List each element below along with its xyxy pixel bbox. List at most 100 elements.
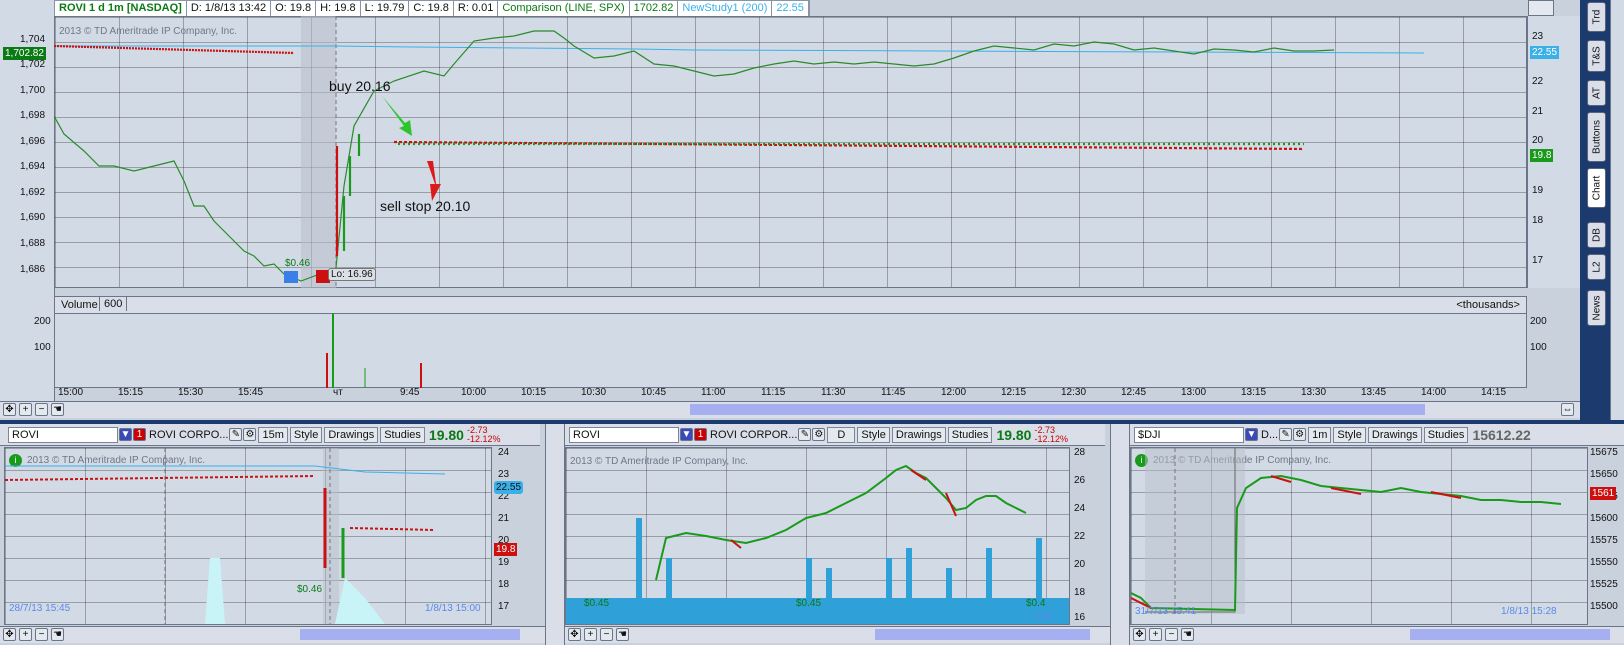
- pane2-zoom-in-icon[interactable]: +: [584, 628, 597, 641]
- pane1-style-button[interactable]: Style: [289, 426, 323, 443]
- pane3-period-button[interactable]: 1m: [1308, 426, 1332, 443]
- next-window-edge: [1610, 0, 1624, 420]
- pane1-chart[interactable]: 2013 © TD Ameritrade IP Company, Inc. i …: [4, 447, 492, 625]
- pane2-drawings-button[interactable]: Drawings: [891, 426, 946, 443]
- pane3-hand-icon[interactable]: ☚: [1181, 628, 1194, 641]
- pane1-hand-icon[interactable]: ☚: [51, 628, 64, 641]
- pane3-axis-tick: 15600: [1590, 513, 1618, 524]
- header-comparison[interactable]: Comparison (LINE, SPX): [498, 1, 630, 16]
- main-scrollbar[interactable]: ✥ + − ☚ ⇔: [0, 401, 1580, 418]
- tab-trd[interactable]: Trd: [1587, 2, 1606, 32]
- volume-panel[interactable]: Volume 600 <thousands>: [54, 296, 1527, 388]
- pane2-symbol-input[interactable]: ROVI: [569, 426, 679, 443]
- tab-time-and-sales[interactable]: T&S: [1587, 40, 1606, 72]
- pane2-axis-tick: 22: [1074, 531, 1086, 542]
- time-axis-tick: 11:15: [761, 387, 786, 398]
- pane2-date-right: 1/8/: [1036, 611, 1053, 622]
- tab-at[interactable]: AT: [1587, 80, 1606, 106]
- pane3-chart[interactable]: 2013 © TD Ameritrade IP Company, Inc. i …: [1130, 447, 1588, 625]
- pane1-studies-button[interactable]: Studies: [380, 426, 425, 443]
- pane2-scroll-thumb[interactable]: [875, 629, 1090, 640]
- pane3-studies-button[interactable]: Studies: [1423, 426, 1469, 443]
- chart-settings-icon[interactable]: [1528, 0, 1554, 16]
- pane3-symbol-dropdown-icon[interactable]: ▼: [1245, 428, 1258, 441]
- zoom-in-icon[interactable]: +: [19, 403, 32, 416]
- left-axis-tick: 1,696: [20, 136, 46, 147]
- pane2-link-icon[interactable]: 1: [694, 428, 707, 441]
- tab-chart[interactable]: Chart: [1587, 168, 1606, 208]
- time-axis-tick: 15:15: [118, 387, 144, 398]
- left-axis-tick: 1,686: [20, 264, 46, 275]
- time-axis-tick: 11:00: [701, 387, 726, 398]
- tab-db[interactable]: DB: [1587, 222, 1606, 248]
- pane3-scroll-thumb[interactable]: [1410, 629, 1610, 640]
- pane3-tools-icon[interactable]: ✎: [1279, 428, 1293, 441]
- tab-news[interactable]: News: [1587, 290, 1606, 326]
- pane2-tools-icon[interactable]: ✎: [798, 428, 812, 441]
- pane2-symbol-dropdown-icon[interactable]: ▼: [680, 428, 693, 441]
- pane2-studies-button[interactable]: Studies: [947, 426, 993, 443]
- pane3-pan-icon[interactable]: ✥: [1133, 628, 1146, 641]
- time-axis-tick: 12:45: [1121, 387, 1147, 398]
- pane-divider[interactable]: [1110, 424, 1130, 645]
- pane1-period-button[interactable]: 15m: [258, 426, 288, 443]
- pane2-zoom-out-icon[interactable]: −: [600, 628, 613, 641]
- volume-label: Volume: [61, 299, 98, 311]
- pane1-link-icon[interactable]: 1: [133, 428, 146, 441]
- right-axis-tick: 23: [1532, 31, 1544, 42]
- pane2-chart[interactable]: 2013 © TD Ameritrade IP Company, Inc. $0…: [565, 447, 1070, 625]
- pane3-zoom-in-icon[interactable]: +: [1149, 628, 1162, 641]
- volume-unit: <thousands>: [1456, 299, 1520, 311]
- pane3-symbol-input[interactable]: $DJI: [1134, 426, 1244, 443]
- pane1-symbol-input[interactable]: ROVI: [8, 426, 118, 443]
- tab-buttons[interactable]: Buttons: [1587, 112, 1606, 162]
- header-symbol[interactable]: ROVI 1 d 1m [NASDAQ]: [55, 1, 187, 16]
- right-axis-tick: 18: [1532, 215, 1544, 226]
- time-axis-tick: 13:30: [1301, 387, 1327, 398]
- pane3-scrollbar[interactable]: ✥ + − ☚: [1130, 626, 1624, 643]
- header-study[interactable]: NewStudy1 (200): [678, 1, 773, 16]
- pane1-tools-icon[interactable]: ✎: [229, 428, 243, 441]
- pan-icon[interactable]: ✥: [3, 403, 16, 416]
- pane1-company: ROVI CORPO...: [149, 428, 229, 441]
- time-axis-tick: 13:15: [1241, 387, 1267, 398]
- pane2-change-pct: -12.12%: [1034, 433, 1069, 444]
- pane3-zoom-out-icon[interactable]: −: [1165, 628, 1178, 641]
- pane2-period-button[interactable]: D: [827, 426, 856, 443]
- time-axis-tick: чт: [333, 387, 343, 398]
- pane3-axis-tick: 15675: [1590, 447, 1618, 458]
- pane2-hand-icon[interactable]: ☚: [616, 628, 629, 641]
- volume-axis-tick: 100: [34, 342, 51, 353]
- pane2-pan-icon[interactable]: ✥: [568, 628, 581, 641]
- pane1-drawings-button[interactable]: Drawings: [324, 426, 379, 443]
- expand-icon[interactable]: ⇔: [1561, 403, 1574, 416]
- sell-stop-annotation[interactable]: sell stop 20.10: [380, 198, 470, 214]
- pane2-style-button[interactable]: Style: [857, 426, 890, 443]
- tab-l2[interactable]: L2: [1587, 254, 1606, 280]
- left-axis-tick: 1,704: [20, 34, 46, 45]
- pane3-wrench-icon[interactable]: ⚙: [1293, 428, 1307, 441]
- pane1-axis-tick: 23: [498, 469, 510, 480]
- right-axis-tick: 19: [1532, 185, 1544, 196]
- pane3-axis-tick: 15525: [1590, 579, 1618, 590]
- pane1-zoom-in-icon[interactable]: +: [19, 628, 32, 641]
- pane1-pan-icon[interactable]: ✥: [3, 628, 16, 641]
- zoom-out-icon[interactable]: −: [35, 403, 48, 416]
- pane1-zoom-out-icon[interactable]: −: [35, 628, 48, 641]
- scroll-thumb[interactable]: [690, 404, 1425, 415]
- pane3-style-button[interactable]: Style: [1333, 426, 1366, 443]
- pane2-toolbar: ROVI ▼ 1 ROVI CORPOR... ✎ ⚙ D Style Draw…: [565, 424, 1105, 446]
- pane1-date-right: 1/8/13 15:00: [425, 603, 481, 614]
- left-axis-tick: 1,694: [20, 161, 46, 172]
- pane1-wrench-icon[interactable]: ⚙: [243, 428, 257, 441]
- buy-annotation[interactable]: buy 20.16: [329, 78, 391, 94]
- pane1-scroll-thumb[interactable]: [300, 629, 520, 640]
- pane-divider[interactable]: [545, 424, 565, 645]
- pane3-drawings-button[interactable]: Drawings: [1367, 426, 1422, 443]
- hand-icon[interactable]: ☚: [51, 403, 64, 416]
- right-axis-tick: 20: [1532, 135, 1544, 146]
- pane2-wrench-icon[interactable]: ⚙: [812, 428, 826, 441]
- pane2-scrollbar[interactable]: ✥ + − ☚: [565, 626, 1110, 643]
- pane1-scrollbar[interactable]: ✥ + − ☚: [0, 626, 545, 643]
- pane1-symbol-dropdown-icon[interactable]: ▼: [119, 428, 132, 441]
